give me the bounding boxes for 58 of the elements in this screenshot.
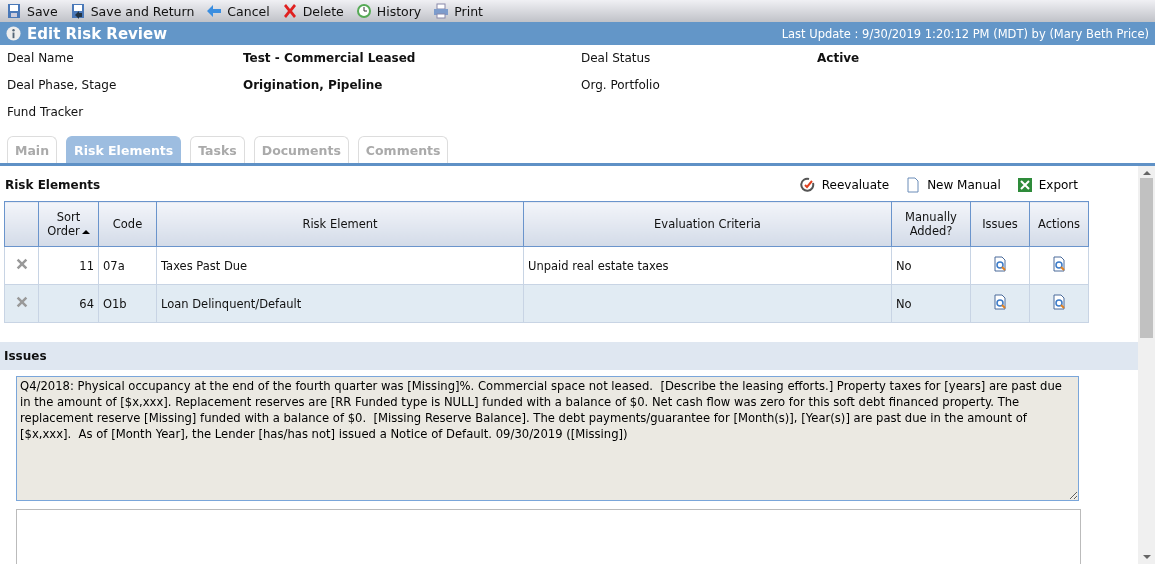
last-update-text: Last Update : 9/30/2019 1:20:12 PM (MDT) by (Mary Beth Price) (781, 26, 1149, 41)
remove-icon[interactable] (14, 257, 29, 271)
column-header[interactable]: Evaluation Criteria (523, 201, 892, 247)
info-icon (6, 26, 21, 41)
toolbar-button[interactable]: Delete (281, 3, 344, 19)
field-value: Test - Commercial Leased (243, 50, 417, 65)
table-cell: 07a (98, 246, 157, 285)
table-cell: No (891, 246, 971, 285)
scroll-down-icon[interactable] (1142, 554, 1151, 560)
close-icon (281, 3, 298, 19)
table-cell: Taxes Past Due (156, 246, 524, 285)
table-cell: Loan Delinquent/Default (156, 284, 524, 323)
column-header[interactable]: Manually Added? (891, 201, 971, 247)
scroll-up-icon[interactable] (1142, 170, 1151, 176)
field-value: Origination, Pipeline (243, 77, 384, 92)
column-header[interactable]: Code (98, 201, 157, 247)
page-title: Edit Risk Review (27, 24, 168, 43)
document-search-icon (1051, 256, 1067, 272)
field-label: Deal Status (581, 50, 652, 65)
sort-up-icon (81, 229, 90, 235)
toolbar-button[interactable]: Cancel (206, 3, 270, 19)
text-area[interactable] (16, 509, 1081, 564)
document-icon (905, 177, 922, 193)
action-link[interactable]: Export (1016, 177, 1078, 193)
toolbar-button[interactable]: Save (6, 3, 58, 19)
spreadsheet-icon (1016, 177, 1033, 193)
document-search-icon (992, 294, 1008, 310)
column-header[interactable]: Actions (1029, 201, 1089, 247)
column-header[interactable]: Sort Order (38, 201, 99, 247)
clock-icon (355, 3, 372, 19)
field-label: Deal Phase, Stage (7, 77, 118, 92)
document-search-icon (1051, 294, 1067, 310)
action-link[interactable]: New Manual (905, 177, 1001, 193)
toolbar-button[interactable]: Print (433, 3, 483, 19)
table-cell: 64 (38, 284, 99, 323)
toolbar-button[interactable]: Save and Return (69, 3, 195, 19)
table-cell: No (891, 284, 971, 323)
left-arrow-icon (206, 3, 223, 19)
column-header[interactable]: Issues (970, 201, 1030, 247)
field-value: Active (817, 50, 861, 65)
column-header[interactable]: Risk Element (156, 201, 524, 247)
field-label: Org. Portfolio (581, 77, 661, 92)
check-circle-icon (799, 177, 816, 193)
toolbar-button[interactable]: History (355, 3, 422, 19)
document-search-icon (992, 256, 1008, 272)
table-cell: Unpaid real estate taxes (523, 246, 892, 285)
table-cell: O1b (98, 284, 157, 323)
printer-icon (433, 3, 450, 19)
table-cell: 11 (38, 246, 99, 285)
field-label: Deal Name (7, 50, 75, 65)
field-label: Fund Tracker (7, 104, 85, 119)
scrollbar[interactable] (1138, 166, 1155, 564)
section-title: Issues (0, 342, 1138, 370)
remove-icon[interactable] (14, 295, 29, 309)
section-title: Risk Elements (5, 178, 102, 192)
action-link[interactable]: Reevaluate (799, 177, 890, 193)
issues-text-area[interactable]: Q4/2018: Physical occupancy at the end of the fourth quarter was [Missing]%. Commercial space not leased. [Describe the leasing efforts.] Property taxes for [years] are past due in the amount of [$x,xxx]. Replacement reserves are [RR Funded type is NULL] funded with a balance of $0. Net cash flow was zero for this soft debt financed property. The replacement reserve [Missing] funded with a balance of $0. [Missing Reserve Balance]. The debt payments/guarantee for [Month(s)], [Year(s)] are past due in the amount of [$x,xxx]. As of [Month Year], the Lender [has/has not] issued a Notice of Default. 09/30/2019 ([Missing]) (16, 376, 1079, 501)
header-cell (4, 201, 39, 247)
